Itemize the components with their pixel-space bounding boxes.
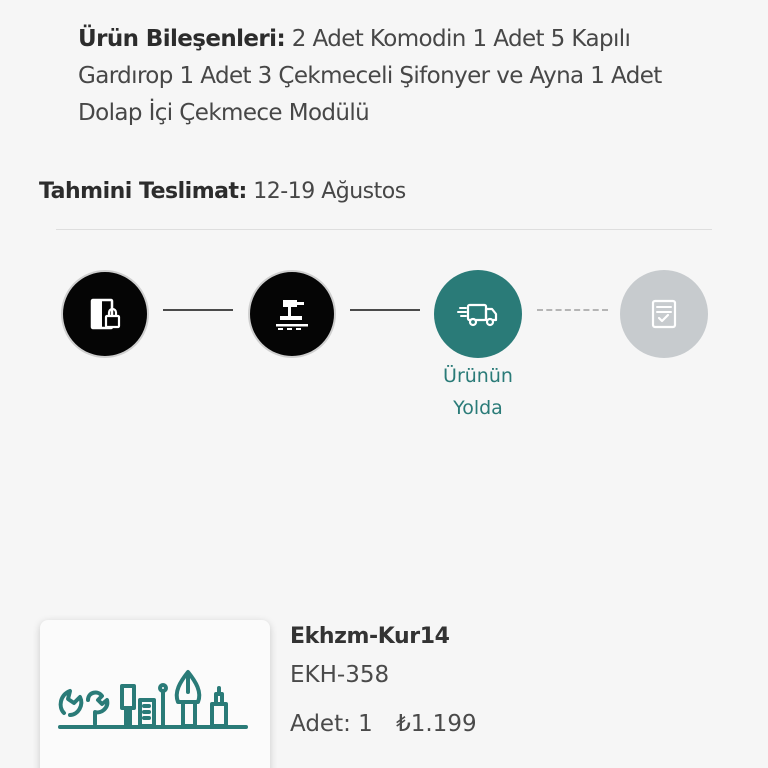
step-in-transit[interactable] (434, 270, 522, 358)
production-icon (276, 300, 308, 330)
checklist-icon (651, 299, 677, 329)
connector-1 (163, 309, 233, 311)
delivery-label: Tahmini Teslimat: (39, 179, 247, 204)
delivery-value: 12-19 Ağustos (253, 179, 406, 204)
product-price: ₺1.199 (396, 711, 477, 737)
step-production[interactable] (248, 270, 336, 358)
product-components: Ürün Bileşenleri: 2 Adet Komodin 1 Adet … (78, 21, 678, 132)
divider (56, 229, 712, 230)
estimated-delivery: Tahmini Teslimat: 12-19 Ağustos (39, 176, 406, 208)
delivery-truck-icon (457, 303, 498, 327)
product-quantity: Adet: 1 (290, 711, 373, 737)
order-lock-icon (90, 298, 121, 330)
step-in-transit-label: Ürünün Yolda (443, 365, 513, 419)
step-delivered[interactable] (620, 270, 708, 358)
tools-illustration-icon (58, 670, 248, 729)
product-image[interactable] (40, 620, 270, 768)
connector-3 (537, 309, 608, 311)
step-order-confirmed[interactable] (61, 270, 149, 358)
connector-2 (350, 309, 420, 311)
product-code: EKH-358 (290, 662, 390, 688)
product-name[interactable]: Ekhzm-Kur14 (290, 624, 450, 649)
components-label: Ürün Bileşenleri: (78, 26, 286, 52)
product-quantity-price: Adet: 1 ₺1.199 (290, 711, 477, 737)
